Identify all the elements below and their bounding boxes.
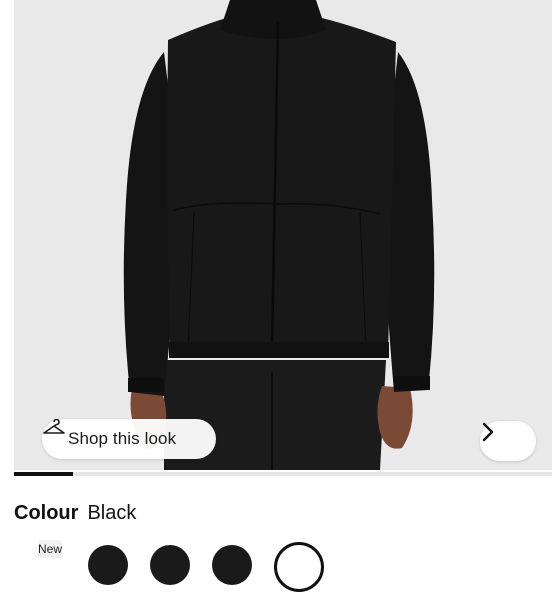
jacket-photo <box>14 0 552 470</box>
new-badge: New <box>38 540 63 558</box>
product-image[interactable]: Shop this look <box>14 0 552 470</box>
colour-swatch[interactable] <box>212 545 252 585</box>
carousel-progress-fill <box>14 472 74 476</box>
next-image-button[interactable] <box>480 421 536 461</box>
shop-this-look-label: Shop this look <box>68 429 177 448</box>
carousel-progress <box>14 472 552 476</box>
colour-label: Colour <box>14 502 79 524</box>
shop-this-look-button[interactable]: Shop this look <box>42 419 216 459</box>
colour-swatch-selected[interactable] <box>274 542 324 592</box>
colour-selector-heading: Colour Black <box>14 502 136 525</box>
colour-swatch[interactable] <box>88 545 128 585</box>
colour-value: Black <box>87 502 137 524</box>
colour-swatch[interactable] <box>150 545 190 585</box>
